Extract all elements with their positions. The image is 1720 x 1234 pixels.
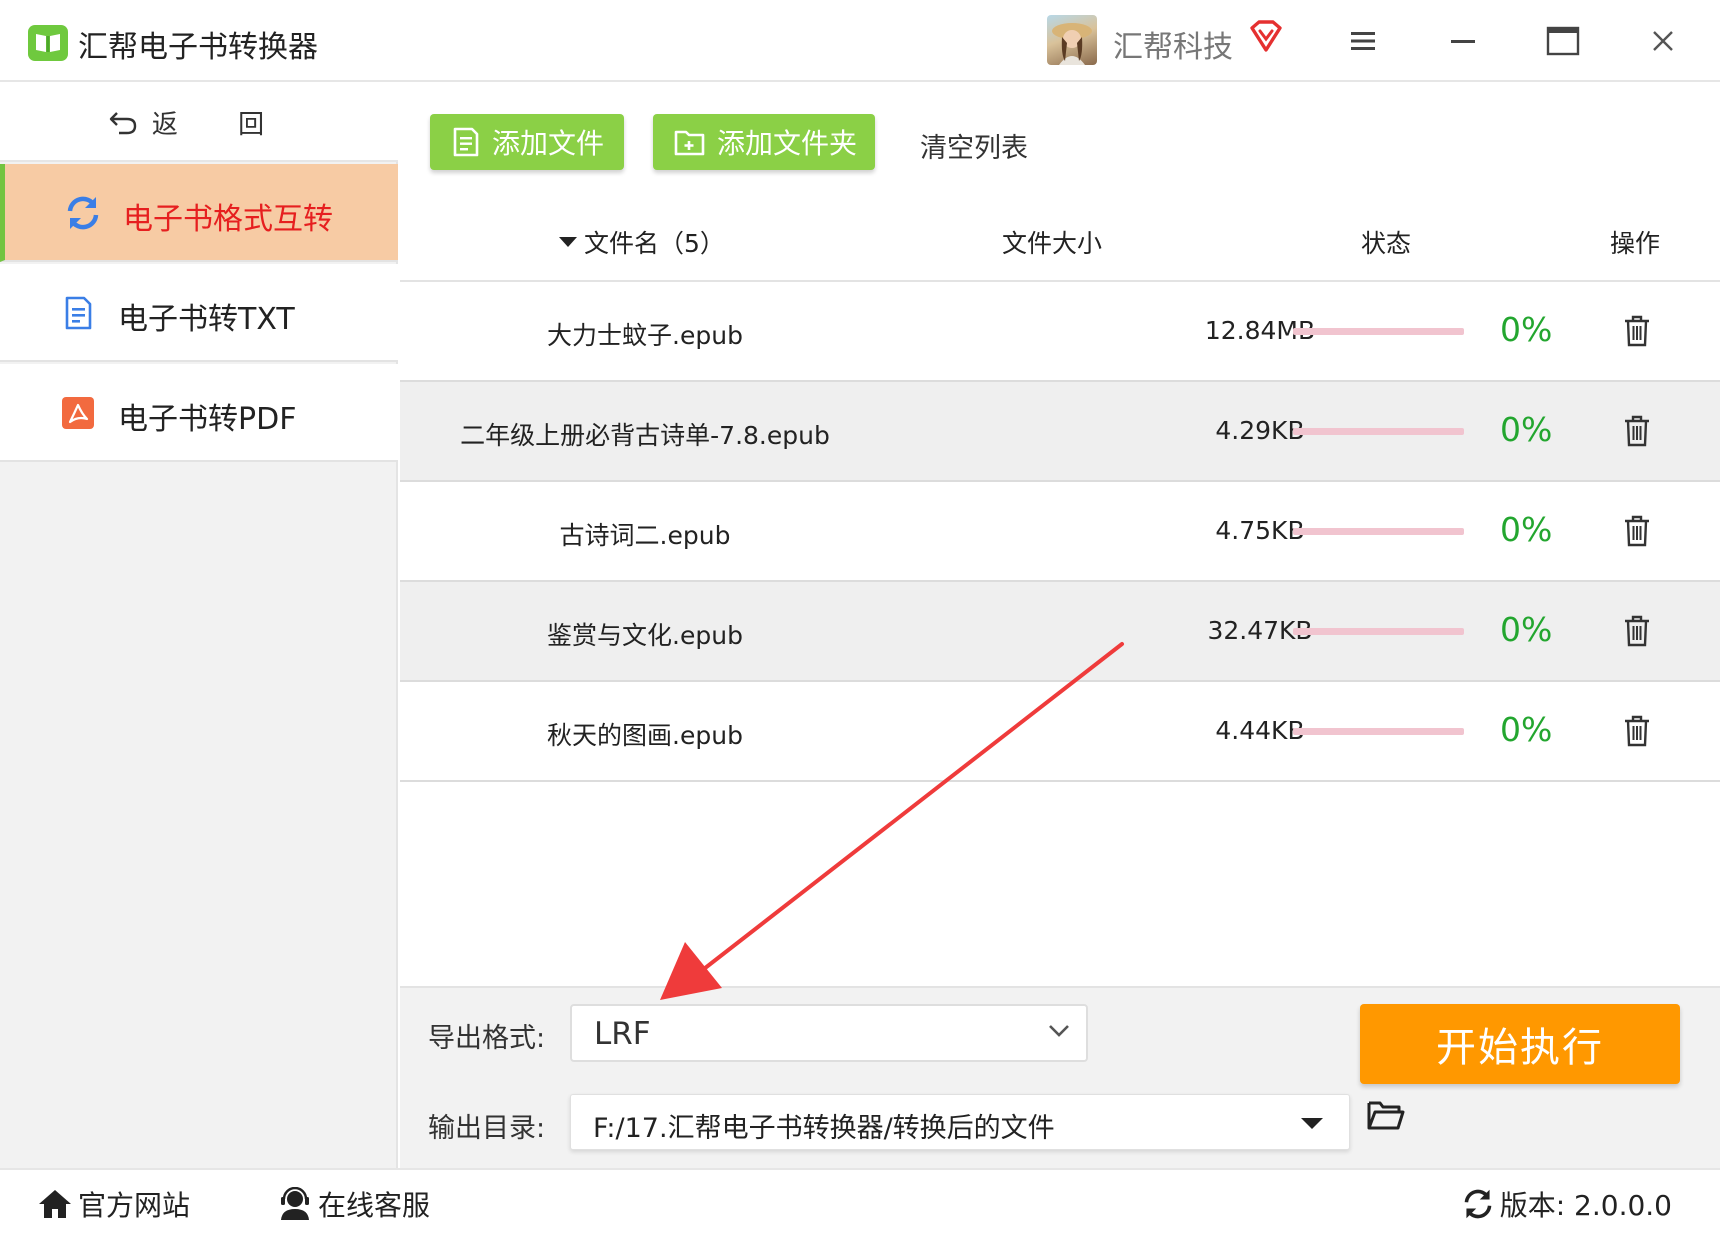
delete-icon[interactable] <box>1622 614 1652 652</box>
start-button[interactable]: 开始执行 <box>1360 1004 1680 1084</box>
sidebar-item-to-txt[interactable]: 电子书转TXT <box>0 264 398 362</box>
minimize-icon[interactable] <box>1440 18 1486 64</box>
vip-diamond-icon[interactable] <box>1248 20 1284 58</box>
menu-icon[interactable] <box>1340 18 1386 64</box>
delete-icon[interactable] <box>1622 314 1652 352</box>
progress-bar <box>1293 628 1464 635</box>
file-name: 二年级上册必背古诗单-7.8.epub <box>460 421 830 450</box>
official-website-label: 官方网站 <box>78 1189 191 1222</box>
refresh-icon <box>65 195 101 231</box>
delete-icon[interactable] <box>1622 714 1652 752</box>
add-folder-icon <box>674 130 705 156</box>
progress-percent: 0% <box>1500 610 1553 649</box>
close-icon[interactable] <box>1640 18 1686 64</box>
sort-caret-icon <box>559 237 577 247</box>
export-format-label: 导出格式: <box>428 1023 546 1054</box>
file-size: 4.75KB <box>1215 516 1305 545</box>
progress-bar <box>1293 428 1464 435</box>
column-header-status: 状态 <box>1361 229 1412 258</box>
file-size: 4.29KB <box>1215 416 1305 445</box>
sidebar-item-label: 电子书格式互转 <box>123 202 333 237</box>
add-file-icon <box>453 127 479 157</box>
title-bar: 汇帮电子书转换器 汇帮科技 <box>0 0 1720 82</box>
sidebar-item-label: 电子书转TXT <box>118 302 295 337</box>
column-header-action: 操作 <box>1610 229 1661 258</box>
back-button[interactable]: 返 回 <box>0 84 398 162</box>
user-avatar[interactable] <box>1047 15 1097 65</box>
table-row[interactable]: 二年级上册必背古诗单-7.8.epub 4.29KB 0% <box>400 382 1720 482</box>
progress-bar <box>1293 728 1464 735</box>
output-dir-value: F:/17.汇帮电子书转换器/转换后的文件 <box>593 1113 1055 1144</box>
add-folder-label: 添加文件夹 <box>717 127 858 160</box>
home-icon <box>39 1190 71 1218</box>
txt-document-icon <box>60 295 96 331</box>
add-file-label: 添加文件 <box>492 127 605 160</box>
progress-percent: 0% <box>1500 310 1553 349</box>
progress-percent: 0% <box>1500 710 1553 749</box>
progress-bar <box>1293 328 1464 335</box>
back-arrow-icon <box>109 112 137 135</box>
version-label: 版本: 2.0.0.0 <box>1499 1189 1672 1222</box>
table-row[interactable]: 秋天的图画.epub 4.44KB 0% <box>400 682 1720 782</box>
add-folder-button[interactable]: 添加文件夹 <box>653 114 875 170</box>
caret-down-icon <box>1301 1118 1323 1129</box>
column-header-size: 文件大小 <box>1002 229 1103 258</box>
column-header-name[interactable]: 文件名（5） <box>558 224 725 260</box>
customer-service-icon <box>281 1187 309 1220</box>
column-header-name-label: 文件名（5） <box>584 229 725 258</box>
pdf-icon <box>60 395 96 431</box>
online-support-link[interactable]: 在线客服 <box>278 1184 430 1224</box>
toolbar: 添加文件 添加文件夹 清空列表 <box>400 84 1720 194</box>
add-file-button[interactable]: 添加文件 <box>430 114 624 170</box>
sidebar-item-to-pdf[interactable]: 电子书转PDF <box>0 364 398 462</box>
file-size: 4.44KB <box>1215 716 1305 745</box>
back-label: 返 回 <box>151 109 291 140</box>
status-bar: 官方网站 在线客服 版本: 2.0.0.0 <box>0 1168 1720 1234</box>
maximize-icon[interactable] <box>1540 18 1586 64</box>
clear-list-button[interactable]: 清空列表 <box>920 126 1028 165</box>
progress-bar <box>1293 528 1464 535</box>
open-folder-icon[interactable] <box>1366 1098 1406 1136</box>
output-settings-panel: 导出格式: LRF 开始执行 输出目录: F:/17.汇帮电子书转换器/转换后的… <box>400 988 1720 1168</box>
export-format-select[interactable]: LRF <box>570 1004 1088 1062</box>
progress-percent: 0% <box>1500 510 1553 549</box>
table-row[interactable]: 大力士蚊子.epub 12.84MB 0% <box>400 282 1720 382</box>
app-title: 汇帮电子书转换器 <box>78 30 318 65</box>
file-name: 鉴赏与文化.epub <box>547 621 743 650</box>
brand-name: 汇帮科技 <box>1113 30 1233 65</box>
file-name: 秋天的图画.epub <box>547 721 743 750</box>
table-row[interactable]: 古诗词二.epub 4.75KB 0% <box>400 482 1720 582</box>
table-row[interactable]: 鉴赏与文化.epub 32.47KB 0% <box>400 582 1720 682</box>
chevron-down-icon <box>1049 1025 1069 1037</box>
update-icon <box>1464 1189 1492 1219</box>
progress-percent: 0% <box>1500 410 1553 449</box>
online-support-label: 在线客服 <box>318 1189 431 1222</box>
file-name: 大力士蚊子.epub <box>547 321 743 350</box>
file-name: 古诗词二.epub <box>559 521 731 550</box>
app-logo-icon <box>28 25 68 61</box>
export-format-value: LRF <box>594 1016 651 1052</box>
sidebar: 返 回 电子书格式互转 电子书转TXT 电子书转PDF <box>0 84 398 1168</box>
output-dir-select[interactable]: F:/17.汇帮电子书转换器/转换后的文件 <box>570 1094 1350 1150</box>
delete-icon[interactable] <box>1622 514 1652 552</box>
sidebar-item-label: 电子书转PDF <box>118 402 297 437</box>
table-empty-area <box>400 782 1720 988</box>
sidebar-item-format-convert[interactable]: 电子书格式互转 <box>0 164 398 262</box>
official-website-link[interactable]: 官方网站 <box>38 1184 190 1224</box>
output-dir-label: 输出目录: <box>428 1113 546 1144</box>
delete-icon[interactable] <box>1622 414 1652 452</box>
file-table-header: 文件名（5） 文件大小 状态 操作 <box>400 194 1720 282</box>
version-info: 版本: 2.0.0.0 <box>1462 1184 1672 1224</box>
